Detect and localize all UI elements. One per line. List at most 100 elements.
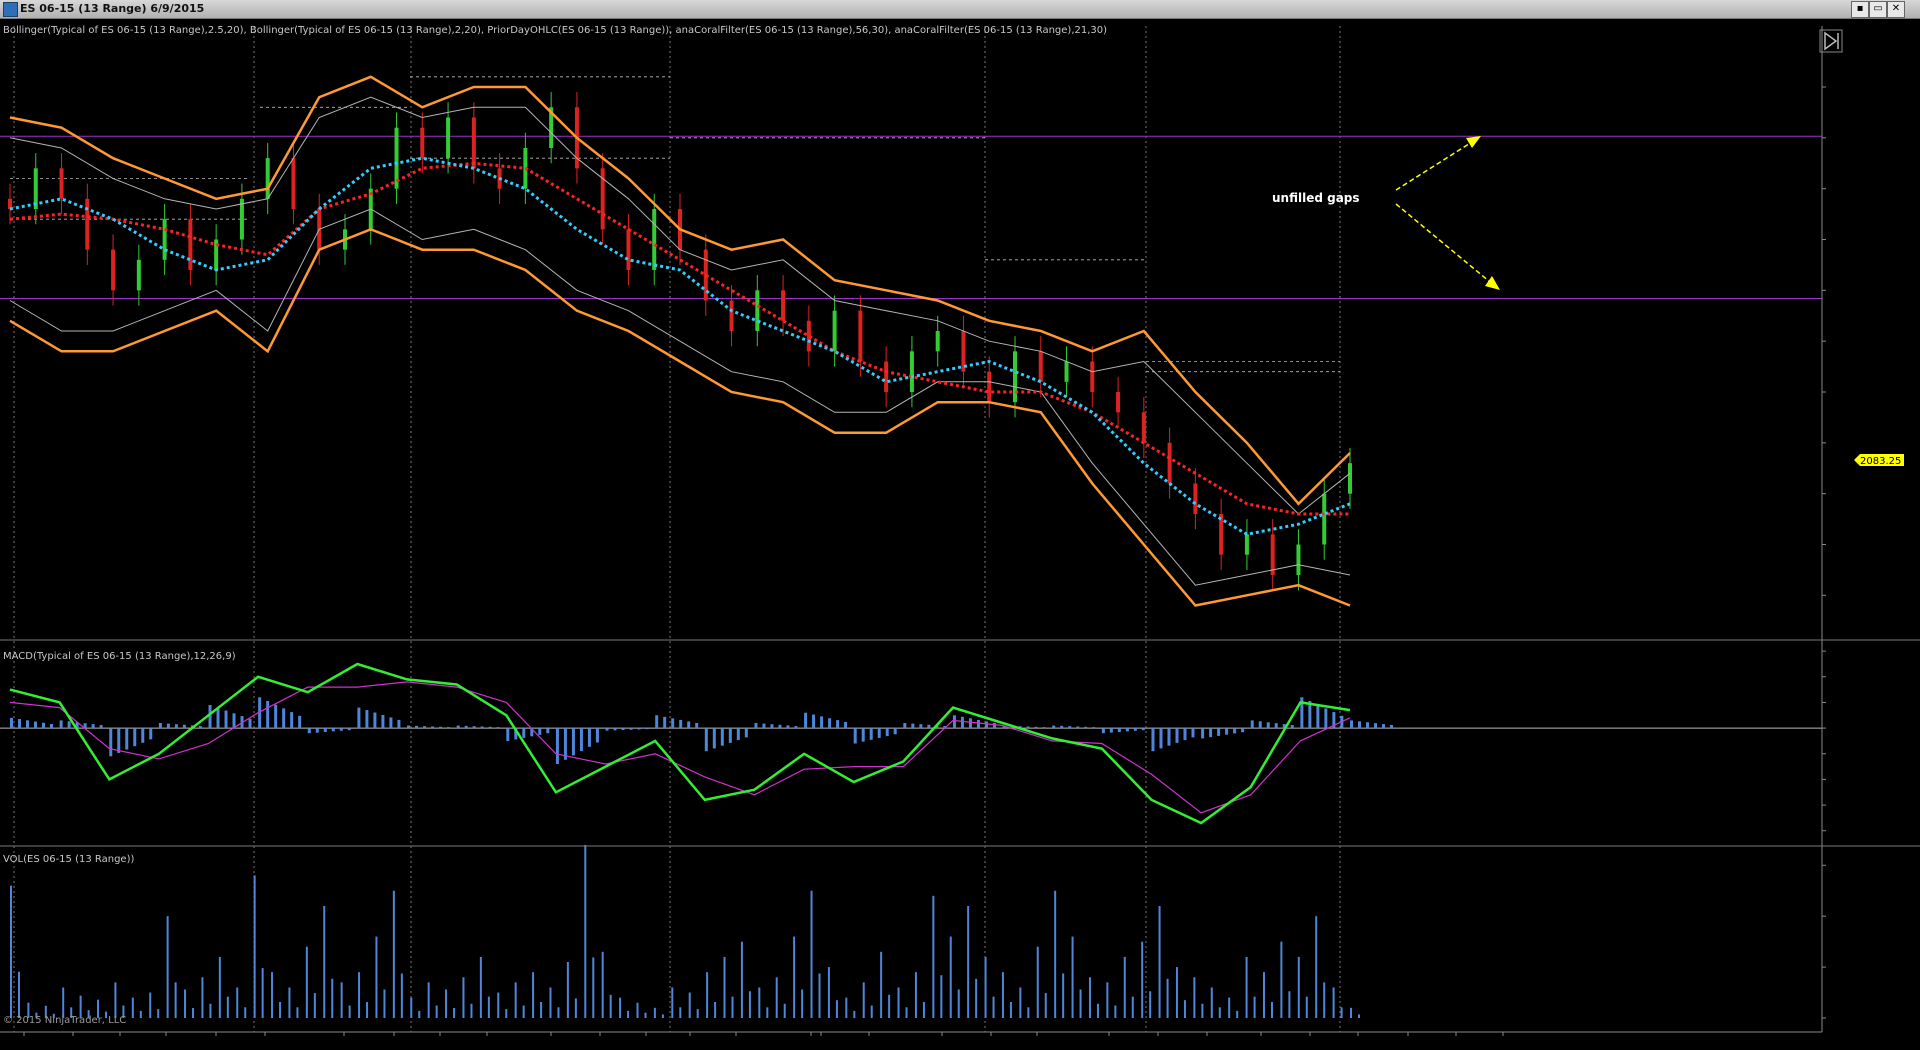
macd-histogram-bar <box>655 715 659 729</box>
macd-histogram-bar <box>695 722 699 729</box>
volume-panel-label: VOL(ES 06-15 (13 Range)) <box>3 854 134 865</box>
macd-histogram-bar <box>804 712 808 729</box>
macd-histogram-bar <box>389 717 393 729</box>
volume-bar <box>644 1012 647 1018</box>
macd-histogram-bar <box>50 724 53 729</box>
volume-bar <box>505 1009 508 1018</box>
volume-bar <box>139 1010 142 1018</box>
volume-bar <box>957 989 960 1018</box>
candle-body <box>652 209 657 270</box>
macd-panel <box>0 662 1822 825</box>
volume-bar <box>1315 916 1318 1018</box>
macd-histogram-bar <box>506 728 510 741</box>
volume-bar <box>1210 987 1213 1018</box>
volume-bar <box>427 982 430 1018</box>
volume-bar <box>358 972 361 1018</box>
lower-outer-line <box>9 227 1351 607</box>
macd-histogram-bar <box>357 707 361 729</box>
macd-histogram-bar <box>1266 722 1270 729</box>
volume-bar <box>619 997 622 1018</box>
volume-bar <box>557 1007 560 1018</box>
volume-bar <box>731 996 734 1018</box>
candle-body <box>1167 442 1172 484</box>
candle-body <box>935 331 940 352</box>
volume-bar <box>949 936 952 1018</box>
macd-histogram-bar <box>663 716 667 729</box>
macd-histogram-bar <box>149 728 153 740</box>
candle-body <box>1116 392 1121 413</box>
macd-histogram-bar <box>919 724 923 729</box>
scroll-end-icon[interactable] <box>1819 29 1843 53</box>
macd-histogram-bar <box>844 721 848 729</box>
volume-bar <box>1079 989 1082 1018</box>
volume-bar <box>574 998 577 1018</box>
candle-body <box>291 158 296 209</box>
volume-bar <box>1114 1005 1117 1018</box>
volume-bar <box>549 987 552 1018</box>
volume-bar <box>487 996 490 1018</box>
volume-bar <box>688 992 691 1018</box>
volume-bar <box>1106 982 1109 1018</box>
macd-histogram-bar <box>1026 726 1030 729</box>
volume-bar <box>522 1005 525 1018</box>
volume-bar <box>1245 956 1248 1018</box>
volume-bar <box>1096 1003 1099 1018</box>
macd-histogram-bar <box>1191 728 1195 738</box>
macd-histogram-bar <box>595 728 599 743</box>
macd-histogram-bar <box>1183 728 1187 741</box>
grid-lines <box>13 26 1341 1032</box>
volume-bar <box>271 972 274 1018</box>
chart-canvas[interactable]: Bollinger(Typical of ES 06-15 (13 Range)… <box>0 18 1920 1050</box>
macd-histogram-bar <box>166 723 170 729</box>
candle-body <box>626 229 631 270</box>
macd-histogram-bar <box>182 724 186 729</box>
macd-histogram-bar <box>1366 722 1369 729</box>
macd-histogram-bar <box>415 725 419 729</box>
minimize-button[interactable]: ▪ <box>1851 1 1869 18</box>
volume-bar <box>1270 1001 1273 1018</box>
candle-body <box>884 361 889 392</box>
close-button[interactable]: ✕ <box>1887 1 1905 18</box>
volume-bar <box>975 978 978 1018</box>
volume-bar <box>862 982 865 1018</box>
macd-histogram-bar <box>472 726 476 729</box>
macd-histogram-bar <box>323 728 327 733</box>
volume-bar <box>1228 997 1231 1018</box>
volume-bar <box>296 1007 299 1018</box>
volume-bar <box>1149 991 1152 1018</box>
volume-bar <box>470 1003 473 1018</box>
candle-body <box>1322 493 1327 545</box>
macd-histogram-bar <box>431 726 435 729</box>
volume-bar <box>192 1008 195 1018</box>
macd-histogram-bar <box>687 721 691 729</box>
volume-bar <box>10 885 12 1018</box>
macd-histogram-bar <box>812 714 816 729</box>
macd-histogram-bar <box>1209 728 1213 738</box>
volume-bar <box>636 1002 639 1018</box>
candle-body <box>85 198 90 250</box>
candle-body <box>729 300 734 331</box>
macd-histogram-bar <box>1159 728 1163 749</box>
macd-histogram-bar <box>861 728 865 742</box>
volume-bar <box>1332 987 1335 1018</box>
restore-button[interactable]: ▭ <box>1869 1 1887 18</box>
macd-histogram-bar <box>828 718 832 729</box>
volume-bar <box>922 1001 925 1018</box>
volume-bar <box>62 987 65 1018</box>
volume-bar <box>992 996 995 1018</box>
volume-bar <box>897 987 900 1018</box>
candle-body <box>239 198 244 240</box>
macd-histogram-bar <box>133 728 137 747</box>
volume-bar <box>801 989 804 1018</box>
macd-histogram-bar <box>1133 728 1137 731</box>
candle-body <box>1141 412 1146 443</box>
macd-histogram-bar <box>347 728 351 731</box>
macd-histogram-bar <box>893 728 897 735</box>
candle-body <box>446 117 451 159</box>
macd-histogram-bar <box>307 728 311 734</box>
macd-histogram-bar <box>579 728 583 752</box>
macd-histogram-bar <box>587 728 591 747</box>
macd-histogram-bar <box>365 710 369 729</box>
candle-body <box>59 168 64 199</box>
macd-histogram-bar <box>621 728 625 731</box>
